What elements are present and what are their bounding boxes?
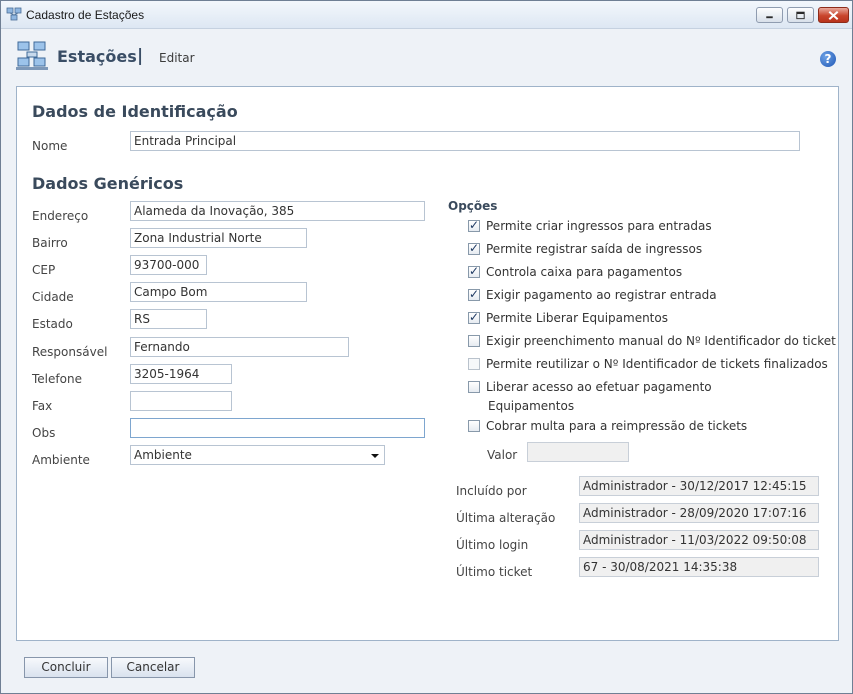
opcao-liberar-equipamentos-checkbox[interactable]: ✓ bbox=[468, 310, 480, 324]
telefone-label: Telefone bbox=[32, 372, 82, 386]
cidade-label: Cidade bbox=[32, 290, 74, 304]
section-identificacao: Dados de Identificação bbox=[32, 102, 238, 121]
opcao-preenchimento-manual-checkbox[interactable] bbox=[468, 335, 480, 347]
incluido-por-label: Incluído por bbox=[456, 484, 527, 498]
minimize-icon bbox=[766, 16, 773, 19]
maximize-button[interactable] bbox=[787, 7, 814, 23]
ultimo-login-label: Último login bbox=[456, 538, 529, 552]
page-header: Estações | Editar ? bbox=[1, 29, 852, 84]
cancelar-button[interactable]: Cancelar bbox=[111, 657, 195, 678]
fax-label: Fax bbox=[32, 399, 53, 413]
close-icon bbox=[828, 10, 839, 20]
check-icon: ✓ bbox=[469, 264, 480, 278]
mode-label: Editar bbox=[159, 51, 195, 65]
opcao-liberar-acesso-checkbox[interactable] bbox=[468, 381, 480, 393]
maximize-icon bbox=[796, 11, 805, 20]
close-button[interactable] bbox=[818, 7, 849, 23]
endereco-label: Endereço bbox=[32, 209, 89, 223]
window-title: Cadastro de Estações bbox=[26, 8, 145, 22]
valor-field[interactable] bbox=[527, 442, 629, 462]
nome-label: Nome bbox=[32, 139, 68, 153]
concluir-button[interactable]: Concluir bbox=[24, 657, 108, 678]
app-icon bbox=[6, 7, 22, 21]
opcao-liberar-acesso-label-line2: Equipamentos bbox=[488, 399, 575, 413]
section-genericos: Dados Genéricos bbox=[32, 174, 184, 193]
ambiente-select-value: Ambiente bbox=[134, 448, 192, 462]
page-title: Estações bbox=[57, 47, 137, 66]
opcoes-heading: Opções bbox=[448, 199, 498, 213]
opcao-registrar-saida-checkbox[interactable]: ✓ bbox=[468, 241, 480, 255]
incluido-por-value: Administrador - 30/12/2017 12:45:15 bbox=[579, 476, 819, 496]
help-icon[interactable]: ? bbox=[820, 51, 836, 67]
chevron-down-icon bbox=[371, 454, 379, 458]
ambiente-label: Ambiente bbox=[32, 453, 90, 467]
check-icon: ✓ bbox=[469, 287, 480, 301]
ultima-alteracao-label: Última alteração bbox=[456, 511, 556, 525]
opcao-liberar-acesso-label: Liberar acesso ao efetuar pagamento bbox=[486, 380, 712, 394]
window: Cadastro de Estações Estações | Editar ?… bbox=[0, 0, 853, 694]
opcao-cobrar-multa-label: Cobrar multa para a reimpressão de ticke… bbox=[486, 419, 748, 433]
ultimo-ticket-label: Último ticket bbox=[456, 565, 533, 579]
check-icon: ✓ bbox=[469, 241, 480, 255]
title-separator: | bbox=[137, 46, 144, 66]
responsavel-field[interactable]: Fernando bbox=[130, 337, 349, 357]
opcao-controla-caixa-label: Controla caixa para pagamentos bbox=[486, 265, 683, 279]
cep-label: CEP bbox=[32, 263, 56, 277]
opcao-controla-caixa-checkbox[interactable]: ✓ bbox=[468, 264, 480, 278]
responsavel-label: Responsável bbox=[32, 345, 108, 359]
opcao-registrar-saida-label: Permite registrar saída de ingressos bbox=[486, 242, 703, 256]
bairro-field[interactable]: Zona Industrial Norte bbox=[130, 228, 307, 248]
opcao-liberar-equipamentos-label: Permite Liberar Equipamentos bbox=[486, 311, 668, 325]
estado-field[interactable]: RS bbox=[130, 309, 207, 329]
opcao-exigir-pagamento-label: Exigir pagamento ao registrar entrada bbox=[486, 288, 717, 302]
endereco-field[interactable]: Alameda da Inovação, 385 bbox=[130, 201, 425, 221]
stations-icon bbox=[16, 41, 48, 70]
opcao-reutilizar-identificador-checkbox[interactable] bbox=[468, 358, 480, 370]
valor-label: Valor bbox=[487, 448, 518, 462]
cep-field[interactable]: 93700-000 bbox=[130, 255, 207, 275]
opcao-cobrar-multa-checkbox[interactable] bbox=[468, 420, 480, 432]
title-bar: Cadastro de Estações bbox=[1, 1, 852, 29]
obs-field[interactable] bbox=[130, 418, 425, 438]
ultimo-login-value: Administrador - 11/03/2022 09:50:08 bbox=[579, 530, 819, 550]
check-icon: ✓ bbox=[469, 310, 480, 324]
telefone-field[interactable]: 3205-1964 bbox=[130, 364, 232, 384]
cidade-field[interactable]: Campo Bom bbox=[130, 282, 307, 302]
estado-label: Estado bbox=[32, 317, 73, 331]
minimize-button[interactable] bbox=[756, 7, 783, 23]
opcao-exigir-pagamento-checkbox[interactable]: ✓ bbox=[468, 287, 480, 301]
obs-label: Obs bbox=[32, 426, 56, 440]
bairro-label: Bairro bbox=[32, 236, 68, 250]
opcao-criar-ingressos-checkbox[interactable]: ✓ bbox=[468, 218, 480, 232]
opcao-reutilizar-identificador-label: Permite reutilizar o Nº Identificador de… bbox=[486, 357, 828, 371]
nome-field[interactable]: Entrada Principal bbox=[130, 131, 800, 151]
fax-field[interactable] bbox=[130, 391, 232, 411]
ultimo-ticket-value: 67 - 30/08/2021 14:35:38 bbox=[579, 557, 819, 577]
opcao-criar-ingressos-label: Permite criar ingressos para entradas bbox=[486, 219, 712, 233]
check-icon: ✓ bbox=[469, 218, 480, 232]
opcao-preenchimento-manual-label: Exigir preenchimento manual do Nº Identi… bbox=[486, 334, 836, 348]
ultima-alteracao-value: Administrador - 28/09/2020 17:07:16 bbox=[579, 503, 819, 523]
ambiente-select[interactable]: Ambiente bbox=[130, 445, 385, 465]
